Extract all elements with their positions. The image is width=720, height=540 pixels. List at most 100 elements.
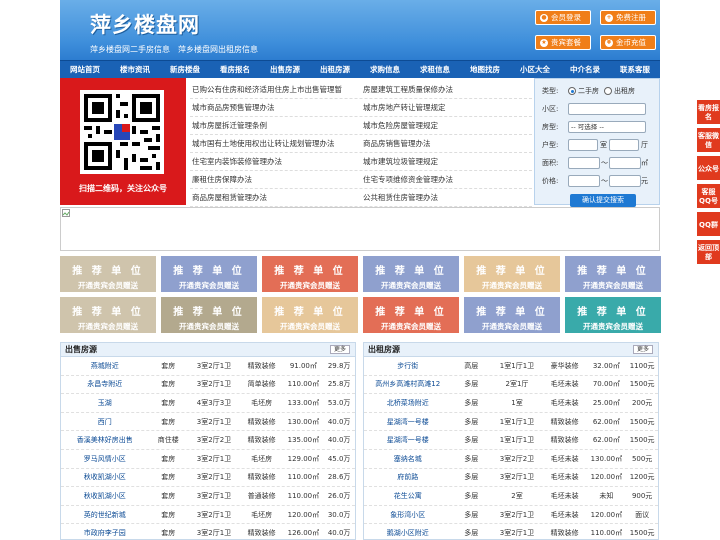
recommend-card[interactable]: 推 荐 单 位开通贵宾会员赠送 [60,256,156,292]
price-min-input[interactable] [568,175,600,187]
listing-cell[interactable]: 英的世纪新城 [61,510,148,520]
recommend-card[interactable]: 推 荐 单 位开通贵宾会员赠送 [161,256,257,292]
policy-link[interactable]: 城市建筑垃圾管理规定 [361,153,532,170]
table-row[interactable]: 象形湾小区 多层 3室2厅1卫 毛坯未装 120.00㎡ 面议 [364,506,658,525]
nav-item[interactable]: 楼市资讯 [110,61,160,78]
table-row[interactable]: 罗马风情小区 套房 3室2厅1卫 毛坯房 129.00㎡ 45.0万 [61,450,355,469]
table-row[interactable]: 北桥菜场附近 多层 1室 毛坯未装 25.00㎡ 200元 [364,394,658,413]
policy-link[interactable]: 城市房屋拆迁管理条例 [190,117,361,134]
side-service-wechat[interactable]: 客服微信 [697,128,720,152]
side-register-viewing[interactable]: 看房报名 [697,100,720,124]
radio-rental[interactable] [604,87,612,95]
more-button[interactable]: 更多 [330,345,350,354]
table-row[interactable]: 鹅湖小区附近 多层 3室2厅1卫 精致装修 110.00㎡ 1500元 [364,524,658,539]
area-min-input[interactable] [568,157,600,169]
table-row[interactable]: 英的世纪新城 套房 3室2厅1卫 毛坯房 120.00㎡ 30.0万 [61,506,355,525]
listing-cell[interactable]: 象形湾小区 [364,510,451,520]
listing-cell[interactable]: 燕城附近 [61,361,148,371]
table-row[interactable]: 花生公寓 多层 2室 毛坯未装 未知 900元 [364,487,658,506]
policy-link[interactable]: 城市危险房屋管理规定 [361,117,532,134]
listing-cell[interactable]: 星湖湾一号楼 [364,417,451,427]
table-row[interactable]: 香溪美林好房出售 商住楼 3室2厅2卫 精致装修 135.00㎡ 40.0万 [61,431,355,450]
side-service-qq[interactable]: 客服QQ号 [697,184,720,208]
nav-item[interactable]: 出租房源 [310,61,360,78]
table-row[interactable]: 燕城附近 套房 3室2厅1卫 精致装修 91.00㎡ 29.8万 [61,357,355,376]
policy-link[interactable]: 城市房地产转让管理规定 [361,99,532,116]
listing-cell[interactable]: 塞纳名城 [364,454,451,464]
side-official-account[interactable]: 公众号 [697,156,720,180]
nav-item[interactable]: 小区大全 [510,61,560,78]
side-qq-group[interactable]: QQ群 [697,212,720,236]
recommend-card[interactable]: 推 荐 单 位开通贵宾会员赠送 [464,297,560,333]
table-row[interactable]: 秋收凯湖小区 套房 3室2厅1卫 普通装修 110.00㎡ 26.0万 [61,487,355,506]
listing-cell[interactable]: 永昌寺附近 [61,379,148,389]
search-submit-button[interactable]: 确认提交搜索 [570,194,636,207]
house-type-select[interactable]: -- 可选择 -- [568,121,646,133]
recommend-card[interactable]: 推 荐 单 位开通贵宾会员赠送 [363,256,459,292]
listing-cell[interactable]: 星湖湾一号楼 [364,435,451,445]
recommend-card[interactable]: 推 荐 单 位开通贵宾会员赠送 [565,297,661,333]
policy-link[interactable]: 住宅室内装饰装修管理办法 [190,153,361,170]
recharge-button[interactable]: ¥ 金币充值 [600,35,656,50]
side-back-to-top[interactable]: 返回顶部 [697,240,720,264]
recommend-card[interactable]: 推 荐 单 位开通贵宾会员赠送 [262,297,358,333]
policy-link[interactable]: 住宅专项维修资金管理办法 [361,171,532,188]
banner-image[interactable] [60,207,660,251]
recommend-card[interactable]: 推 荐 单 位开通贵宾会员赠送 [161,297,257,333]
listing-cell[interactable]: 西门 [61,417,148,427]
nav-item[interactable]: 求租信息 [410,61,460,78]
nav-item[interactable]: 新房楼盘 [160,61,210,78]
table-row[interactable]: 秋收凯湖小区 套房 3室2厅1卫 精致装修 110.00㎡ 28.6万 [61,469,355,488]
listing-cell[interactable]: 高州乡高滩村高滩12 [364,379,451,389]
nav-item[interactable]: 中介名录 [560,61,610,78]
listing-cell[interactable]: 秋收凯湖小区 [61,491,148,501]
price-max-input[interactable] [609,175,641,187]
vip-package-button[interactable]: ★ 贵宾套餐 [535,35,591,50]
hall-select[interactable] [609,139,639,151]
table-row[interactable]: 星湖湾一号楼 多层 1室1厅1卫 精致装修 62.00㎡ 1500元 [364,413,658,432]
nav-item[interactable]: 出售房源 [260,61,310,78]
listing-cell[interactable]: 府前路 [364,472,451,482]
listing-cell[interactable]: 罗马风情小区 [61,454,148,464]
recommend-card[interactable]: 推 荐 单 位开通贵宾会员赠送 [60,297,156,333]
table-row[interactable]: 玉湖 套房 4室3厅3卫 毛坯房 133.00㎡ 53.0万 [61,394,355,413]
room-select[interactable] [568,139,598,151]
nav-item[interactable]: 地图找房 [460,61,510,78]
estate-input[interactable] [568,103,646,115]
listing-cell[interactable]: 玉湖 [61,398,148,408]
nav-item[interactable]: 看房报名 [210,61,260,78]
policy-link[interactable]: 商品房屋租赁管理办法 [190,189,361,206]
listing-cell[interactable]: 市政府李子园 [61,528,148,538]
recommend-card[interactable]: 推 荐 单 位开通贵宾会员赠送 [262,256,358,292]
radio-secondhand[interactable] [568,87,576,95]
policy-link[interactable]: 公共租赁住房管理办法 [361,189,532,206]
recommend-card[interactable]: 推 荐 单 位开通贵宾会员赠送 [464,256,560,292]
listing-cell[interactable]: 鹅湖小区附近 [364,528,451,538]
area-max-input[interactable] [609,157,641,169]
nav-item[interactable]: 求购信息 [360,61,410,78]
table-row[interactable]: 府前路 多层 3室2厅1卫 毛坯未装 120.00㎡ 1200元 [364,469,658,488]
listing-cell[interactable]: 步行街 [364,361,451,371]
table-row[interactable]: 西门 套房 3室2厅1卫 精致装修 130.00㎡ 40.0万 [61,413,355,432]
policy-link[interactable]: 城市国有土地使用权出让转让规划管理办法 [190,135,361,152]
policy-link[interactable]: 廉租住房保障办法 [190,171,361,188]
listing-cell[interactable]: 香溪美林好房出售 [61,435,148,445]
table-row[interactable]: 永昌寺附近 套房 3室2厅1卫 简单装修 110.00㎡ 25.8万 [61,376,355,395]
nav-item[interactable]: 联系客服 [610,61,660,78]
listing-cell[interactable]: 北桥菜场附近 [364,398,451,408]
table-row[interactable]: 塞纳名城 多层 3室2厅2卫 毛坯未装 130.00㎡ 500元 [364,450,658,469]
table-row[interactable]: 星湖湾一号楼 多层 1室1厅1卫 精致装修 62.00㎡ 1500元 [364,431,658,450]
site-logo[interactable]: 萍乡楼盘网 [90,9,200,39]
policy-link[interactable]: 城市商品房预售管理办法 [190,99,361,116]
policy-link[interactable]: 已购公有住房和经济适用住房上市出售管理暂 [190,81,361,98]
listing-cell[interactable]: 花生公寓 [364,491,451,501]
login-button[interactable]: ● 会员登录 [535,10,591,25]
policy-link[interactable]: 房屋建筑工程质量保修办法 [361,81,532,98]
recommend-card[interactable]: 推 荐 单 位开通贵宾会员赠送 [565,256,661,292]
table-row[interactable]: 市政府李子园 套房 3室2厅1卫 精致装修 126.00㎡ 40.0万 [61,524,355,539]
listing-cell[interactable]: 秋收凯湖小区 [61,472,148,482]
table-row[interactable]: 步行街 高层 1室1厅1卫 豪华装修 32.00㎡ 1100元 [364,357,658,376]
table-row[interactable]: 高州乡高滩村高滩12 多层 2室1厅 毛坯未装 70.00㎡ 1500元 [364,376,658,395]
recommend-card[interactable]: 推 荐 单 位开通贵宾会员赠送 [363,297,459,333]
more-button[interactable]: 更多 [633,345,653,354]
